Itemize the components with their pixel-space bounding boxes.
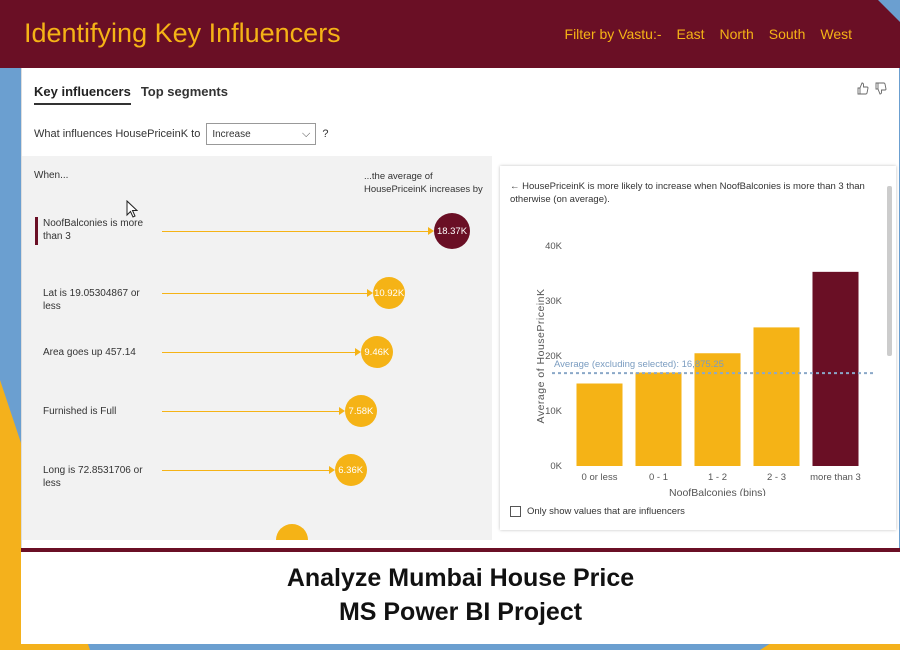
influencer-label: Furnished is Full	[43, 406, 117, 417]
influencer-value-bubble[interactable]: 18.37K	[434, 213, 470, 249]
footer-banner: Analyze Mumbai House Price MS Power BI P…	[21, 552, 900, 644]
question-prefix: What influences HousePriceinK to	[34, 128, 201, 140]
influencer-row[interactable]: Lat is 19.05304867 or less 10.92K	[22, 270, 492, 330]
checkbox-label: Only show values that are influencers	[527, 506, 685, 517]
x-axis-title: NoofBalconies (bins)	[669, 487, 766, 496]
y-tick-label: 40K	[545, 241, 563, 252]
visual-tabs: Key influencers Top segments	[34, 84, 228, 105]
influencer-label: Area goes up 457.14	[43, 347, 136, 358]
balconies-bar-chart: 0K10K20K30K40K0 or less 0 - 11 - 22 - 3 mo…	[535, 241, 875, 496]
x-tick-label: 2 - 3	[767, 472, 786, 483]
y-tick-label: 0K	[550, 461, 562, 472]
header-corner-decor	[878, 0, 900, 22]
influencer-value-bubble[interactable]: 9.46K	[360, 336, 393, 368]
influencer-connector	[162, 352, 357, 353]
influencer-connector	[162, 293, 370, 294]
influencer-row[interactable]: Long is 72.8531706 or less 6.36K	[22, 447, 492, 507]
influencer-value-bubble[interactable]: 10.92K	[373, 277, 406, 309]
influencer-filter-checkbox[interactable]: Only show values that are influencers	[510, 506, 685, 517]
influencer-row[interactable]: Area goes up 457.14 9.46K	[22, 329, 492, 389]
page-title: Identifying Key Influencers	[24, 18, 341, 48]
influencer-value-bubble-partial	[276, 524, 308, 540]
bar	[576, 383, 623, 466]
filter-label: Filter by Vastu:-	[564, 26, 662, 42]
when-label: When...	[34, 170, 69, 181]
footer-title-line1: Analyze Mumbai House Price	[286, 564, 635, 592]
bar	[635, 372, 682, 466]
connector-arrow-icon	[354, 348, 361, 356]
thumbs-down-icon[interactable]	[875, 82, 887, 98]
thumbs-up-icon[interactable]	[857, 82, 869, 98]
y-tick-label: 30K	[545, 296, 563, 307]
influencer-connector	[162, 231, 430, 232]
key-influencers-visual: Key influencers Top segments What influe…	[21, 68, 899, 548]
y-tick-label: 10K	[545, 406, 563, 417]
filter-west[interactable]: West	[820, 26, 852, 42]
help-icon[interactable]: ?	[322, 128, 328, 140]
tab-top-segments[interactable]: Top segments	[141, 84, 228, 105]
direction-select[interactable]: Increase ⌵	[206, 123, 317, 145]
x-tick-label: 1 - 2	[708, 472, 727, 483]
footer-title-line2: MS Power BI Project	[338, 598, 583, 626]
filter-north[interactable]: North	[720, 26, 754, 42]
bar	[812, 271, 859, 466]
checkbox-box[interactable]	[510, 506, 521, 517]
direction-select-value: Increase	[212, 128, 251, 140]
average-label: ...the average of HousePriceinK increase…	[364, 171, 483, 195]
mouse-cursor-icon	[126, 199, 139, 223]
influencer-label: Long is 72.8531706 or less	[43, 465, 143, 489]
influence-question: What influences HousePriceinK to Increas…	[34, 123, 328, 145]
x-tick-label: 0 - 1	[649, 472, 668, 483]
x-tick-label: 0 or less	[582, 472, 618, 483]
filter-bar: Filter by Vastu:- East North South West	[565, 26, 852, 42]
influencer-row[interactable]: NoofBalconies is more than 3 18.37K	[22, 208, 492, 268]
influencer-connector	[162, 411, 341, 412]
filter-east[interactable]: East	[677, 26, 705, 42]
influencer-label: Lat is 19.05304867 or less	[43, 288, 140, 312]
influencer-connector	[162, 470, 331, 471]
y-axis-title: Average of HousePriceinK	[535, 289, 547, 424]
connector-arrow-icon	[328, 466, 335, 474]
influencer-detail-card: ← HousePriceinK is more likely to increa…	[500, 166, 896, 530]
influencers-list: When... ...the average of HousePriceinK …	[22, 156, 492, 540]
selected-marker	[35, 217, 38, 245]
card-scrollbar[interactable]	[887, 186, 892, 356]
feedback-buttons	[857, 82, 887, 98]
report-header: Identifying Key Influencers Filter by Va…	[0, 0, 900, 68]
chevron-down-icon: ⌵	[301, 127, 311, 140]
tab-key-influencers[interactable]: Key influencers	[34, 84, 131, 105]
influencer-value-bubble[interactable]: 7.58K	[344, 395, 377, 427]
average-line-label: Average (excluding selected): 16,875.25	[554, 359, 724, 370]
x-tick-label: more than 3	[810, 472, 861, 483]
influencer-row[interactable]: Furnished is Full 7.58K	[22, 388, 492, 448]
filter-south[interactable]: South	[769, 26, 806, 42]
bar	[753, 327, 800, 466]
influencer-value-bubble[interactable]: 6.36K	[334, 454, 367, 486]
